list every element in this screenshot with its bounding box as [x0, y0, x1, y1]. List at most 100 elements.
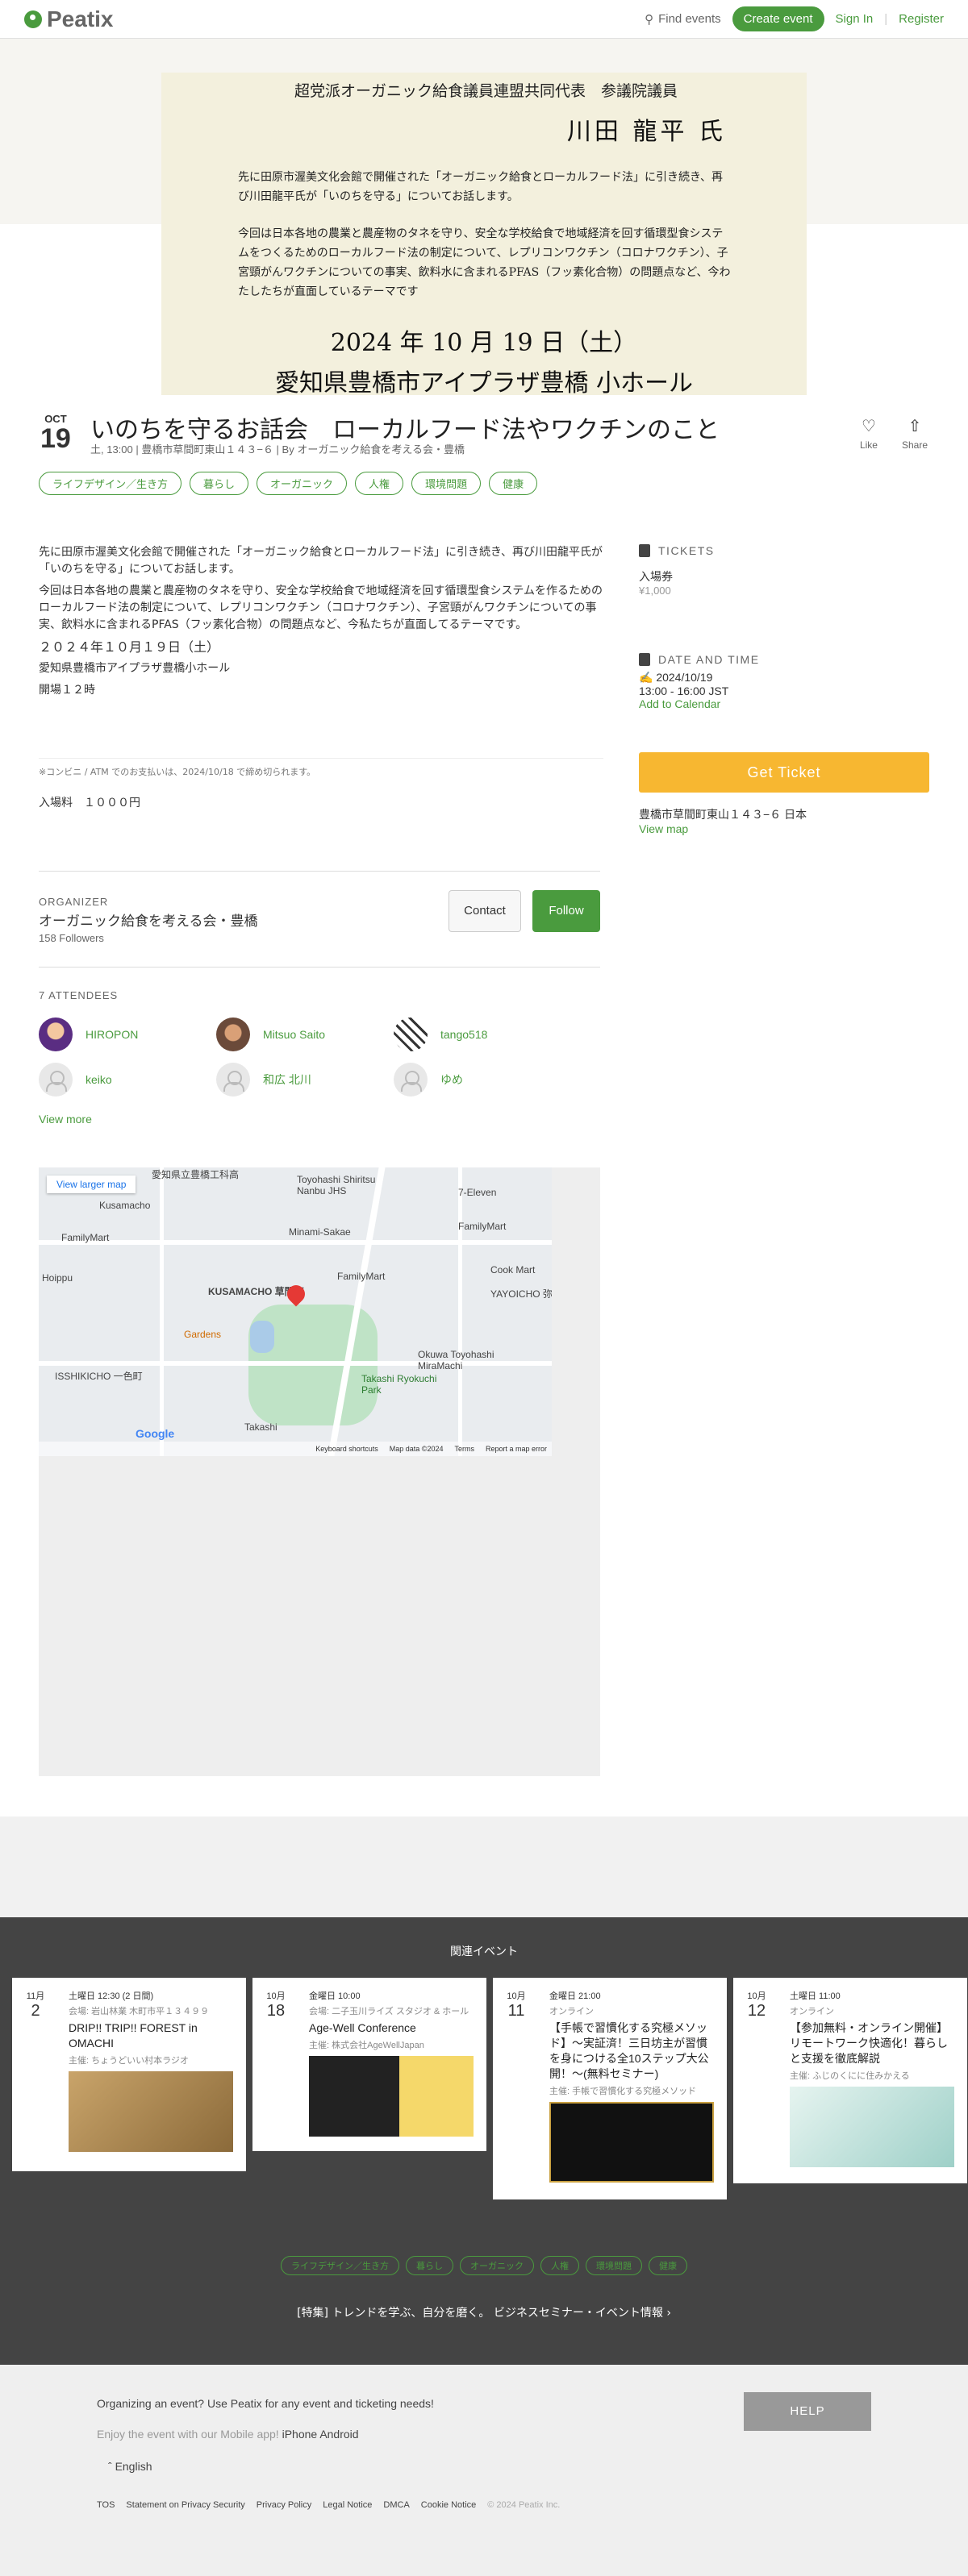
- language-label: English: [115, 2460, 152, 2473]
- card-month: 10月: [507, 1991, 526, 2001]
- date-time-heading-text: DATE AND TIME: [658, 653, 760, 666]
- feature-link[interactable]: [特集] トレンドを学ぶ、自分を磨く。 ビジネスセミナー・イベント情報 ›: [0, 2304, 968, 2320]
- event-date-badge: OCT 19: [40, 413, 71, 452]
- cover-paragraph-2: 今回は日本各地の農業と農産物のタネを守り、安全な学校給食で地域経済を回す循環型食…: [238, 227, 731, 298]
- attendee-item[interactable]: 和広 北川: [216, 1063, 394, 1097]
- nav-separator: |: [884, 12, 888, 26]
- tag-chip[interactable]: ライフデザイン／生き方: [39, 472, 182, 495]
- page-footer: Organizing an event? Use Peatix for any …: [0, 2365, 968, 2576]
- find-events-link[interactable]: ⚲ Find events: [645, 12, 721, 27]
- description-paragraph: 愛知県豊橋市アイプラザ豊橋小ホール: [39, 662, 231, 675]
- ticket-name: 入場券: [639, 570, 673, 583]
- attendee-item[interactable]: HIROPON: [39, 1017, 216, 1051]
- event-time-text: 13:00 - 16:00 JST: [639, 685, 729, 697]
- footer-link[interactable]: Cookie Notice: [421, 2500, 476, 2510]
- related-tag-chip[interactable]: 環境問題: [586, 2256, 642, 2275]
- register-link[interactable]: Register: [899, 12, 944, 26]
- cover-speaker-role: 超党派オーガニック給食議員連盟共同代表 参議院議員: [294, 82, 678, 100]
- app-text: Enjoy the event with our Mobile app!: [97, 2428, 279, 2441]
- peatix-logo[interactable]: Peatix: [24, 6, 114, 32]
- related-tag-chip[interactable]: 暮らし: [406, 2256, 453, 2275]
- organizer-name[interactable]: オーガニック給食を考える会・豊橋: [39, 909, 258, 930]
- card-when: 金曜日 21:00: [549, 1991, 601, 2001]
- view-map-link[interactable]: View map: [639, 822, 688, 835]
- sign-in-link[interactable]: Sign In: [836, 12, 874, 26]
- view-more-attendees-link[interactable]: View more: [39, 1113, 92, 1126]
- map-label: Gardens: [184, 1329, 222, 1340]
- cover-date: 2024 年 10 月 19 日（土）: [330, 329, 638, 357]
- android-link[interactable]: Android: [319, 2428, 358, 2441]
- map-label: ISSHIKICHO 一色町: [55, 1371, 143, 1382]
- tag-chip[interactable]: オーガニック: [257, 472, 348, 495]
- attendees-label: 7 ATTENDEES: [39, 989, 119, 1001]
- card-when: 土曜日 12:30 (2 日間): [69, 1991, 154, 2001]
- attendee-name: tango518: [440, 1028, 488, 1041]
- map-label: Okuwa Toyohashi MiraMachi: [418, 1349, 494, 1371]
- create-event-button[interactable]: Create event: [732, 6, 824, 31]
- related-event-card[interactable]: 11月 2 土曜日 12:30 (2 日間) 会場: 岩山林業 木町市平１３４９９…: [12, 1978, 246, 2171]
- report-map-error-link[interactable]: Report a map error: [486, 1445, 547, 1453]
- event-tags: ライフデザイン／生き方 暮らし オーガニック 人権 環境問題 健康: [39, 472, 538, 495]
- follow-button[interactable]: Follow: [532, 890, 600, 932]
- ticket-icon: [639, 544, 650, 557]
- related-tag-chip[interactable]: 健康: [649, 2256, 687, 2275]
- card-day: 11: [507, 2002, 525, 2020]
- related-event-card[interactable]: 10月 12 土曜日 11:00 オンライン 【参加無料・オンライン開催】リモート…: [733, 1978, 967, 2183]
- attendee-item[interactable]: keiko: [39, 1063, 216, 1097]
- related-tag-chip[interactable]: 人権: [540, 2256, 579, 2275]
- card-month: 10月: [747, 1991, 766, 2001]
- card-month: 10月: [266, 1991, 286, 2001]
- help-button[interactable]: HELP: [744, 2392, 871, 2431]
- card-day: 12: [747, 2002, 766, 2020]
- like-label: Like: [859, 439, 878, 451]
- related-tag-chip[interactable]: ライフデザイン／生き方: [281, 2256, 399, 2275]
- related-event-card[interactable]: 10月 18 金曜日 10:00 会場: 二子玉川ライズ スタジオ & ホール A…: [252, 1978, 486, 2151]
- footer-link[interactable]: Statement on Privacy Security: [126, 2500, 244, 2510]
- search-icon: ⚲: [645, 12, 654, 27]
- map-road: [160, 1167, 164, 1456]
- related-event-card[interactable]: 10月 11 金曜日 21:00 オンライン 【手帳で習慣化する究極メソッド】〜実…: [493, 1978, 727, 2199]
- tag-chip[interactable]: 健康: [489, 472, 538, 495]
- footer-link[interactable]: DMCA: [383, 2500, 409, 2510]
- tag-chip[interactable]: 人権: [355, 472, 404, 495]
- contact-button[interactable]: Contact: [449, 890, 521, 932]
- attendee-item[interactable]: ゆめ: [394, 1063, 571, 1097]
- card-thumbnail: [790, 2087, 954, 2167]
- tag-chip[interactable]: 環境問題: [411, 472, 482, 495]
- related-tag-chip[interactable]: オーガニック: [460, 2256, 534, 2275]
- related-events-section: 関連イベント 11月 2 土曜日 12:30 (2 日間) 会場: 岩山林業 木町…: [0, 1917, 968, 2365]
- map-label: Kusamacho: [99, 1200, 151, 1211]
- terms-link[interactable]: Terms: [454, 1445, 474, 1453]
- get-ticket-button[interactable]: Get Ticket: [639, 752, 929, 793]
- attendee-item[interactable]: Mitsuo Saito: [216, 1017, 394, 1051]
- card-organizer: 主催: ふじのくにに住みかえる: [790, 2071, 910, 2081]
- map-road: [39, 1240, 552, 1245]
- google-map[interactable]: 愛知県立豊橋工科高 Toyohashi Shiritsu Nanbu JHS 7…: [39, 1167, 552, 1456]
- share-button[interactable]: ⇧ Share: [902, 416, 928, 451]
- view-larger-map-link[interactable]: View larger map: [47, 1176, 136, 1193]
- attendee-item[interactable]: tango518: [394, 1017, 571, 1051]
- tag-chip[interactable]: 暮らし: [190, 472, 249, 495]
- description-paragraph: 今回は日本各地の農業と農産物のタネを守り、安全な学校給食で地域経済を回す循環型食…: [39, 585, 603, 631]
- keyboard-shortcuts-link[interactable]: Keyboard shortcuts: [315, 1445, 378, 1453]
- card-title: Age-Well Conference: [309, 2021, 416, 2034]
- calendar-icon: [639, 653, 650, 666]
- footer-link[interactable]: Privacy Policy: [257, 2500, 311, 2510]
- language-selector[interactable]: ˆ English: [108, 2460, 152, 2473]
- related-events-title: 関連イベント: [450, 1946, 518, 1958]
- footer-link[interactable]: Legal Notice: [323, 2500, 372, 2510]
- tickets-heading: TICKETS: [639, 544, 929, 557]
- event-cover-image: 超党派オーガニック給食議員連盟共同代表 参議院議員 川田 龍平 氏 先に田原市渥…: [161, 73, 807, 397]
- avatar: [216, 1063, 250, 1097]
- avatar: [39, 1063, 73, 1097]
- copyright: © 2024 Peatix Inc.: [487, 2500, 561, 2510]
- like-button[interactable]: ♡ Like: [860, 416, 878, 451]
- card-place: オンライン: [549, 2007, 594, 2016]
- card-thumbnail: [549, 2102, 714, 2183]
- footer-link[interactable]: TOS: [97, 2500, 115, 2510]
- add-to-calendar-link[interactable]: Add to Calendar: [639, 697, 720, 710]
- attendee-name: ゆめ: [440, 1073, 463, 1086]
- iphone-link[interactable]: iPhone: [282, 2428, 318, 2441]
- map-label: Takashi: [244, 1421, 277, 1433]
- card-when: 金曜日 10:00: [309, 1991, 361, 2001]
